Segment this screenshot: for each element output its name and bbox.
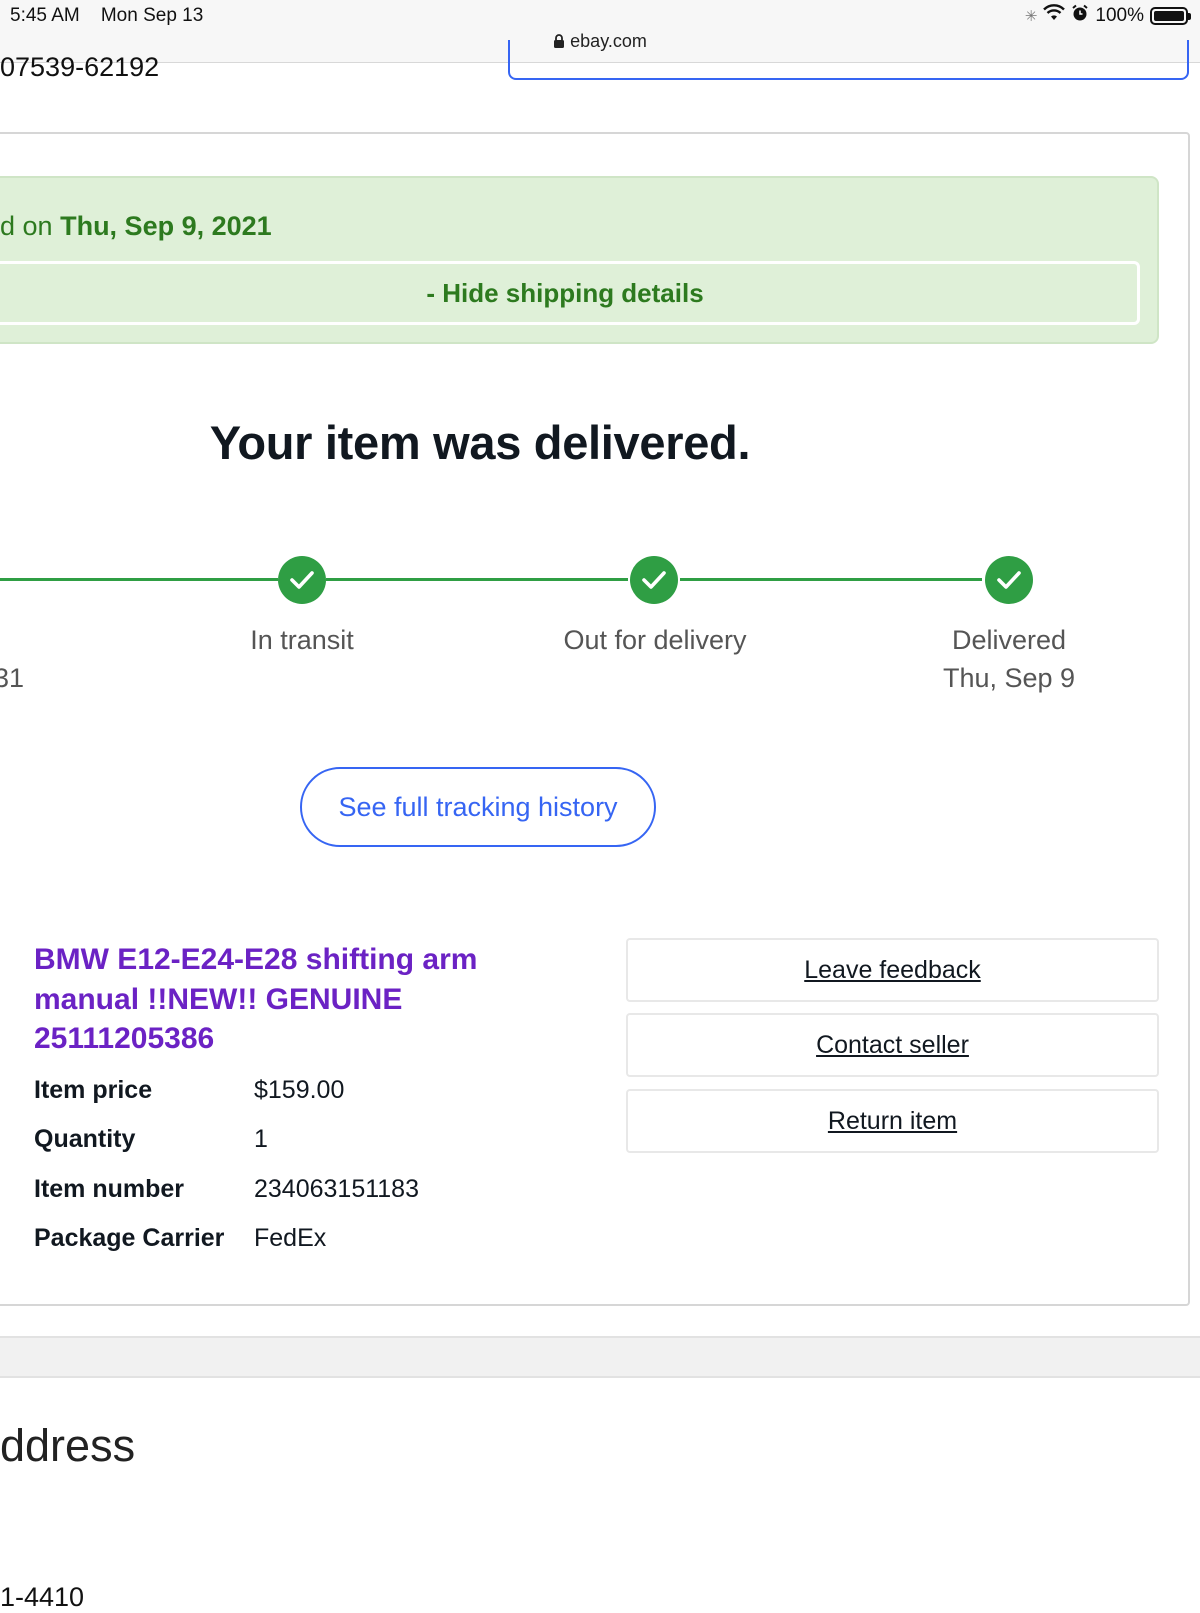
battery-icon — [1150, 7, 1191, 25]
step-date: Thu, Sep 9 — [942, 663, 1076, 693]
step-label-shipped: l 31 — [0, 621, 24, 697]
delivery-headline: Your item was delivered. — [209, 416, 751, 469]
quantity-value: 1 — [254, 1125, 268, 1153]
activity-icon: ✳ — [1024, 8, 1038, 25]
item-number-value: 234063151183 — [254, 1175, 419, 1203]
item-price-label: Item price — [34, 1076, 153, 1104]
address-line: 1-4410 — [0, 1582, 85, 1612]
return-item-button[interactable]: Return item — [626, 1089, 1159, 1153]
contact-seller-button[interactable]: Contact seller — [626, 1013, 1159, 1077]
step-name: Out for delivery — [563, 625, 747, 655]
delivered-date: Thu, Sep 9, 2021 — [60, 211, 272, 241]
leave-feedback-button[interactable]: Leave feedback — [626, 938, 1159, 1002]
step-complete-icon — [630, 556, 678, 604]
progress-line — [0, 578, 278, 581]
status-date: Mon Sep 13 — [100, 5, 204, 26]
step-label-delivered: Delivered Thu, Sep 9 — [899, 621, 1119, 697]
step-complete-icon — [278, 556, 326, 604]
status-time: 5:45 AM — [10, 5, 80, 26]
step-name: l — [0, 621, 24, 659]
battery-percent: 100% — [1095, 5, 1144, 26]
address-section-title: ddress — [0, 1420, 136, 1471]
wifi-icon — [1043, 4, 1066, 28]
step-date: 31 — [0, 663, 25, 693]
delivered-prefix: d on — [0, 211, 53, 241]
status-time-date: 5:45 AM Mon Sep 13 — [10, 5, 203, 27]
search-input[interactable] — [508, 40, 1189, 80]
step-name: In transit — [250, 625, 354, 655]
item-number-label: Item number — [34, 1175, 185, 1203]
hide-shipping-details-button[interactable]: - Hide shipping details — [0, 261, 1140, 325]
progress-line — [680, 578, 982, 581]
quantity-label: Quantity — [34, 1125, 136, 1153]
step-label-in-transit: In transit — [202, 621, 402, 659]
progress-line — [326, 578, 628, 581]
step-complete-icon — [985, 556, 1033, 604]
package-carrier-label: Package Carrier — [34, 1224, 225, 1252]
step-label-out-for-delivery: Out for delivery — [520, 621, 790, 659]
alarm-icon — [1071, 4, 1089, 28]
order-number: 07539-62192 — [0, 52, 160, 82]
see-full-tracking-history-button[interactable]: See full tracking history — [300, 767, 656, 847]
delivered-status: d on Thu, Sep 9, 2021 — [0, 211, 272, 242]
item-price-value: $159.00 — [254, 1076, 345, 1104]
package-carrier-value: FedEx — [254, 1224, 327, 1252]
section-divider — [0, 1336, 1200, 1378]
status-indicators: ✳ 100% — [1024, 4, 1191, 28]
step-name: Delivered — [951, 625, 1067, 655]
item-title-link[interactable]: BMW E12-E24-E28 shifting arm manual !!NE… — [34, 940, 574, 1059]
